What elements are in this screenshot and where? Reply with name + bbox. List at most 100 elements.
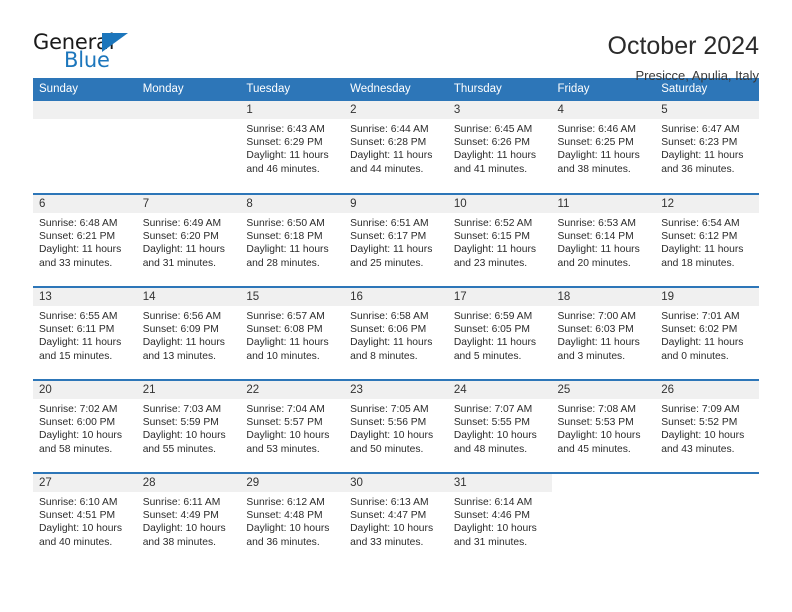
calendar-day-cell[interactable]: 18 Sunrise: 7:00 AM Sunset: 6:03 PM Dayligh… xyxy=(551,286,656,380)
day-sun-info: Sunrise: 6:44 AM Sunset: 6:28 PM Daylight:… xyxy=(344,119,448,176)
day-number: 30 xyxy=(344,474,448,492)
daylight-text: Daylight: 11 hours and 36 minutes. xyxy=(661,150,744,175)
calendar-day-cell[interactable]: 22 Sunrise: 7:04 AM Sunset: 5:57 PM Dayligh… xyxy=(240,379,345,473)
sunset-text: Sunset: 4:51 PM xyxy=(39,510,116,522)
daylight-text: Daylight: 11 hours and 3 minutes. xyxy=(557,337,640,362)
calendar-day-cell[interactable]: 15 Sunrise: 6:57 AM Sunset: 6:08 PM Dayligh… xyxy=(240,286,345,380)
day-number: 8 xyxy=(240,195,345,213)
day-sun-info: Sunrise: 6:12 AM Sunset: 4:48 PM Daylight:… xyxy=(240,492,344,549)
calendar-day-cell[interactable]: 31 Sunrise: 6:14 AM Sunset: 4:46 PM Dayligh… xyxy=(447,472,552,566)
calendar-day-cell[interactable]: 4 Sunrise: 6:46 AM Sunset: 6:25 PM Daylight… xyxy=(551,101,656,194)
calendar-week-row: 6 Sunrise: 6:48 AM Sunset: 6:21 PM Daylight… xyxy=(33,193,759,287)
day-sun-info: Sunrise: 7:01 AM Sunset: 6:02 PM Daylight:… xyxy=(655,306,759,363)
day-number: 23 xyxy=(344,381,448,399)
calendar-day-cell[interactable]: 19 Sunrise: 7:01 AM Sunset: 6:02 PM Dayligh… xyxy=(655,286,759,380)
calendar-day-cell[interactable]: 24 Sunrise: 7:07 AM Sunset: 5:55 PM Dayligh… xyxy=(447,379,552,473)
daylight-text: Daylight: 10 hours and 58 minutes. xyxy=(39,430,122,455)
day-number: 9 xyxy=(344,195,448,213)
daylight-text: Daylight: 11 hours and 38 minutes. xyxy=(557,150,640,175)
daylight-text: Daylight: 11 hours and 8 minutes. xyxy=(350,337,433,362)
calendar-day-cell[interactable]: 21 Sunrise: 7:03 AM Sunset: 5:59 PM Dayligh… xyxy=(136,379,241,473)
calendar-day-cell[interactable]: 10 Sunrise: 6:52 AM Sunset: 6:15 PM Dayligh… xyxy=(447,193,552,287)
daylight-text: Daylight: 11 hours and 33 minutes. xyxy=(39,244,122,269)
calendar-day-cell[interactable]: 20 Sunrise: 7:02 AM Sunset: 6:00 PM Dayligh… xyxy=(33,379,137,473)
day-number: 7 xyxy=(136,195,241,213)
day-sun-info: Sunrise: 6:57 AM Sunset: 6:08 PM Daylight:… xyxy=(240,306,344,363)
weekday-header-thursday: Thursday xyxy=(447,78,552,101)
day-number: 13 xyxy=(33,288,137,306)
daylight-text: Daylight: 11 hours and 20 minutes. xyxy=(557,244,640,269)
title-block: October 2024 Presicce, Apulia, Italy xyxy=(608,30,760,86)
sunset-text: Sunset: 6:14 PM xyxy=(557,231,634,243)
calendar-day-cell[interactable]: 17 Sunrise: 6:59 AM Sunset: 6:05 PM Dayligh… xyxy=(447,286,552,380)
calendar-day-cell[interactable]: 16 Sunrise: 6:58 AM Sunset: 6:06 PM Dayligh… xyxy=(344,286,448,380)
sunrise-text: Sunrise: 6:57 AM xyxy=(246,311,325,322)
weekday-header-wednesday: Wednesday xyxy=(344,78,448,101)
calendar-day-cell[interactable]: 13 Sunrise: 6:55 AM Sunset: 6:11 PM Dayligh… xyxy=(33,286,137,380)
calendar-page: General Blue October 2024 Presicce, Apul… xyxy=(0,0,792,612)
sunrise-text: Sunrise: 7:04 AM xyxy=(246,404,325,415)
calendar-day-cell[interactable]: 9 Sunrise: 6:51 AM Sunset: 6:17 PM Daylight… xyxy=(344,193,448,287)
day-sun-info: Sunrise: 6:53 AM Sunset: 6:14 PM Daylight:… xyxy=(552,213,656,270)
day-number xyxy=(655,474,759,492)
sunrise-text: Sunrise: 7:07 AM xyxy=(453,404,533,415)
sunrise-text: Sunrise: 6:58 AM xyxy=(350,311,429,322)
sunrise-text: Sunrise: 6:46 AM xyxy=(557,124,636,135)
calendar-day-cell[interactable]: 29 Sunrise: 6:12 AM Sunset: 4:48 PM Dayligh… xyxy=(240,472,345,566)
day-sun-info: Sunrise: 7:09 AM Sunset: 5:52 PM Daylight:… xyxy=(655,399,759,456)
calendar-day-cell[interactable]: 2 Sunrise: 6:44 AM Sunset: 6:28 PM Daylight… xyxy=(344,101,448,194)
daylight-text: Daylight: 11 hours and 15 minutes. xyxy=(39,337,122,362)
calendar-day-cell[interactable]: 3 Sunrise: 6:45 AM Sunset: 6:26 PM Daylight… xyxy=(447,101,552,194)
sunset-text: Sunset: 5:52 PM xyxy=(661,417,738,429)
day-number: 31 xyxy=(447,474,552,492)
calendar-day-cell[interactable]: 6 Sunrise: 6:48 AM Sunset: 6:21 PM Daylight… xyxy=(33,193,137,287)
daylight-text: Daylight: 11 hours and 28 minutes. xyxy=(246,244,329,269)
day-number: 17 xyxy=(447,288,552,306)
day-number: 2 xyxy=(344,101,448,119)
calendar-day-cell[interactable]: 26 Sunrise: 7:09 AM Sunset: 5:52 PM Dayligh… xyxy=(655,379,759,473)
calendar-day-cell[interactable]: 25 Sunrise: 7:08 AM Sunset: 5:53 PM Dayligh… xyxy=(551,379,656,473)
calendar-day-cell[interactable]: 8 Sunrise: 6:50 AM Sunset: 6:18 PM Daylight… xyxy=(240,193,345,287)
day-sun-info: Sunrise: 6:43 AM Sunset: 6:29 PM Daylight:… xyxy=(240,119,344,176)
sunset-text: Sunset: 6:06 PM xyxy=(350,324,427,336)
sunrise-text: Sunrise: 7:01 AM xyxy=(661,311,740,322)
day-sun-info: Sunrise: 6:49 AM Sunset: 6:20 PM Daylight:… xyxy=(137,213,241,270)
sunrise-text: Sunrise: 6:12 AM xyxy=(246,497,325,508)
calendar-day-cell-empty xyxy=(551,472,656,566)
calendar-week-row: 1 Sunrise: 6:43 AM Sunset: 6:29 PM Daylight… xyxy=(33,101,759,194)
daylight-text: Daylight: 11 hours and 5 minutes. xyxy=(453,337,537,362)
day-sun-info: Sunrise: 6:54 AM Sunset: 6:12 PM Daylight:… xyxy=(655,213,759,270)
calendar-day-cell[interactable]: 27 Sunrise: 6:10 AM Sunset: 4:51 PM Dayligh… xyxy=(33,472,137,566)
day-number: 12 xyxy=(655,195,759,213)
calendar-day-cell[interactable]: 23 Sunrise: 7:05 AM Sunset: 5:56 PM Dayligh… xyxy=(344,379,448,473)
day-sun-info: Sunrise: 6:11 AM Sunset: 4:49 PM Daylight:… xyxy=(137,492,241,549)
day-number: 6 xyxy=(33,195,137,213)
day-number: 10 xyxy=(447,195,552,213)
daylight-text: Daylight: 10 hours and 53 minutes. xyxy=(246,430,330,455)
calendar-week-row: 27 Sunrise: 6:10 AM Sunset: 4:51 PM Dayligh… xyxy=(33,472,759,566)
calendar-day-cell-empty xyxy=(33,101,137,194)
day-sun-info: Sunrise: 6:56 AM Sunset: 6:09 PM Daylight:… xyxy=(137,306,241,363)
day-number xyxy=(136,101,241,119)
day-sun-info: Sunrise: 6:46 AM Sunset: 6:25 PM Daylight:… xyxy=(552,119,656,176)
day-number: 4 xyxy=(551,101,656,119)
daylight-text: Daylight: 11 hours and 13 minutes. xyxy=(142,337,225,362)
sunset-text: Sunset: 4:47 PM xyxy=(350,510,427,522)
calendar-day-cell[interactable]: 30 Sunrise: 6:13 AM Sunset: 4:47 PM Dayligh… xyxy=(344,472,448,566)
calendar-week-row: 20 Sunrise: 7:02 AM Sunset: 6:00 PM Dayligh… xyxy=(33,379,759,473)
sunrise-text: Sunrise: 6:56 AM xyxy=(142,311,222,322)
weekday-header-tuesday: Tuesday xyxy=(240,78,345,101)
calendar-day-cell[interactable]: 7 Sunrise: 6:49 AM Sunset: 6:20 PM Daylight… xyxy=(136,193,241,287)
calendar-day-cell[interactable]: 5 Sunrise: 6:47 AM Sunset: 6:23 PM Daylight… xyxy=(655,101,759,194)
calendar-day-cell[interactable]: 28 Sunrise: 6:11 AM Sunset: 4:49 PM Dayligh… xyxy=(136,472,241,566)
day-sun-info: Sunrise: 6:14 AM Sunset: 4:46 PM Daylight:… xyxy=(448,492,552,549)
day-number: 25 xyxy=(551,381,656,399)
calendar-day-cell[interactable]: 14 Sunrise: 6:56 AM Sunset: 6:09 PM Dayligh… xyxy=(136,286,241,380)
calendar-day-cell[interactable]: 11 Sunrise: 6:53 AM Sunset: 6:14 PM Dayligh… xyxy=(551,193,656,287)
day-sun-info: Sunrise: 6:50 AM Sunset: 6:18 PM Daylight:… xyxy=(240,213,344,270)
calendar-day-cell[interactable]: 1 Sunrise: 6:43 AM Sunset: 6:29 PM Daylight… xyxy=(240,101,345,194)
daylight-text: Daylight: 10 hours and 33 minutes. xyxy=(350,523,434,548)
calendar-day-cell[interactable]: 12 Sunrise: 6:54 AM Sunset: 6:12 PM Dayligh… xyxy=(655,193,759,287)
sunrise-text: Sunrise: 7:02 AM xyxy=(39,404,118,415)
sunrise-text: Sunrise: 6:49 AM xyxy=(142,218,222,229)
